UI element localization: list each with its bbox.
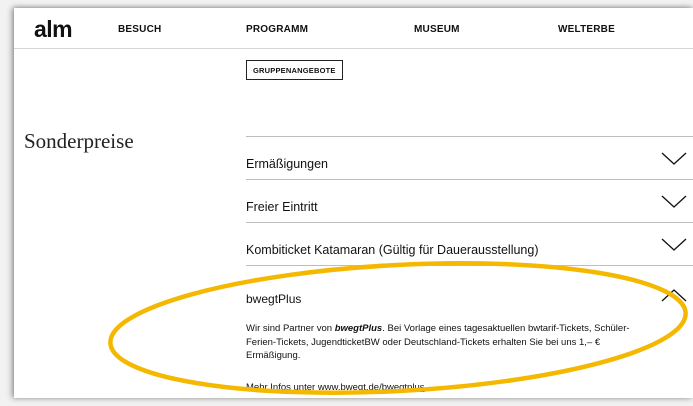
section-title: Sonderpreise bbox=[24, 129, 134, 153]
accordion-item-label: Ermäßigungen bbox=[246, 157, 328, 171]
accordion-item-bwegtplus: bwegtPlus Wir sind Partner von bwegtPlus… bbox=[246, 265, 693, 406]
nav-item-programm[interactable]: PROGRAMM bbox=[246, 24, 308, 36]
accordion-item-kombiticket[interactable]: Kombiticket Katamaran (Gültig für Dauera… bbox=[246, 222, 693, 265]
more-info-label: Mehr Infos unter bbox=[246, 382, 316, 393]
page: alm BESUCH PROGRAMM MUSEUM WELTERBE GRUP… bbox=[14, 8, 693, 398]
nav-item-welterbe[interactable]: WELTERBE bbox=[558, 24, 615, 36]
site-logo[interactable]: alm bbox=[34, 17, 73, 41]
body-text-prefix: Wir sind Partner von bbox=[246, 323, 335, 334]
accordion-item-freier-eintritt[interactable]: Freier Eintritt bbox=[246, 179, 693, 222]
gruppenangebote-button[interactable]: GRUPPENANGEBOTE bbox=[246, 60, 343, 80]
accordion-item-body: Wir sind Partner von bwegtPlus. Bei Vorl… bbox=[246, 322, 646, 363]
nav-item-besuch[interactable]: BESUCH bbox=[118, 24, 161, 36]
site-header: alm BESUCH PROGRAMM MUSEUM WELTERBE bbox=[14, 8, 693, 49]
chevron-up-icon[interactable] bbox=[661, 288, 687, 302]
price-accordion: Ermäßigungen Freier Eintritt Kombiticket… bbox=[246, 136, 693, 406]
chevron-down-icon bbox=[661, 195, 687, 208]
nav-item-museum[interactable]: MUSEUM bbox=[414, 24, 460, 36]
body-text-bold: bwegtPlus bbox=[334, 323, 383, 334]
accordion-item-ermaessigungen[interactable]: Ermäßigungen bbox=[246, 136, 693, 179]
bwegt-link[interactable]: www.bwegt.de/bwegtplus bbox=[318, 382, 425, 393]
chevron-down-icon bbox=[661, 152, 687, 165]
accordion-item-label: Freier Eintritt bbox=[246, 200, 318, 214]
chevron-down-icon bbox=[661, 238, 687, 251]
more-info-line: Mehr Infos unter www.bwegt.de/bwegtplus bbox=[246, 382, 424, 394]
accordion-item-label: Kombiticket Katamaran (Gültig für Dauera… bbox=[246, 243, 539, 257]
accordion-item-title[interactable]: bwegtPlus bbox=[246, 292, 301, 307]
